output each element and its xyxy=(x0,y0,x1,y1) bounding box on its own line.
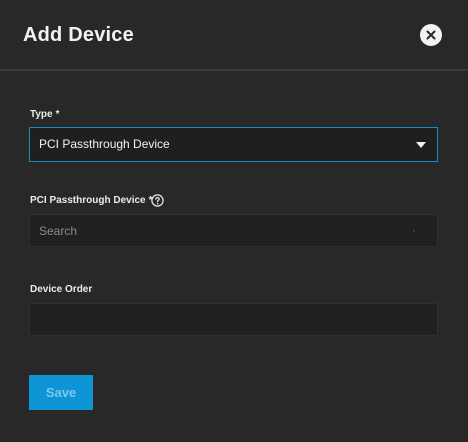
pci-device-label-text: PCI Passthrough Device xyxy=(30,195,146,206)
required-mark: * xyxy=(55,109,60,120)
type-selected-value: PCI Passthrough Device xyxy=(39,137,170,151)
type-label: Type * xyxy=(30,109,60,121)
add-device-dialog: Add Device Type * PCI Passthrough Device … xyxy=(0,0,468,442)
save-button[interactable]: Save xyxy=(29,375,93,410)
pci-device-label: PCI Passthrough Device * xyxy=(30,195,153,207)
pci-device-search-field[interactable] xyxy=(29,214,438,247)
dropdown-arrow-icon xyxy=(413,230,415,232)
question-circle-icon xyxy=(151,194,164,207)
type-select[interactable]: PCI Passthrough Device xyxy=(29,127,438,162)
dialog-header: Add Device xyxy=(0,0,468,71)
device-order-label: Device Order xyxy=(30,284,93,295)
type-label-text: Type xyxy=(30,109,53,120)
pci-device-search-input[interactable] xyxy=(30,215,437,246)
device-order-field[interactable] xyxy=(29,303,438,336)
close-icon xyxy=(426,30,436,40)
dialog-title: Add Device xyxy=(23,24,134,46)
help-icon[interactable] xyxy=(151,194,164,207)
device-order-input[interactable] xyxy=(30,304,437,335)
chevron-down-icon xyxy=(416,142,426,148)
close-button[interactable] xyxy=(420,24,442,46)
